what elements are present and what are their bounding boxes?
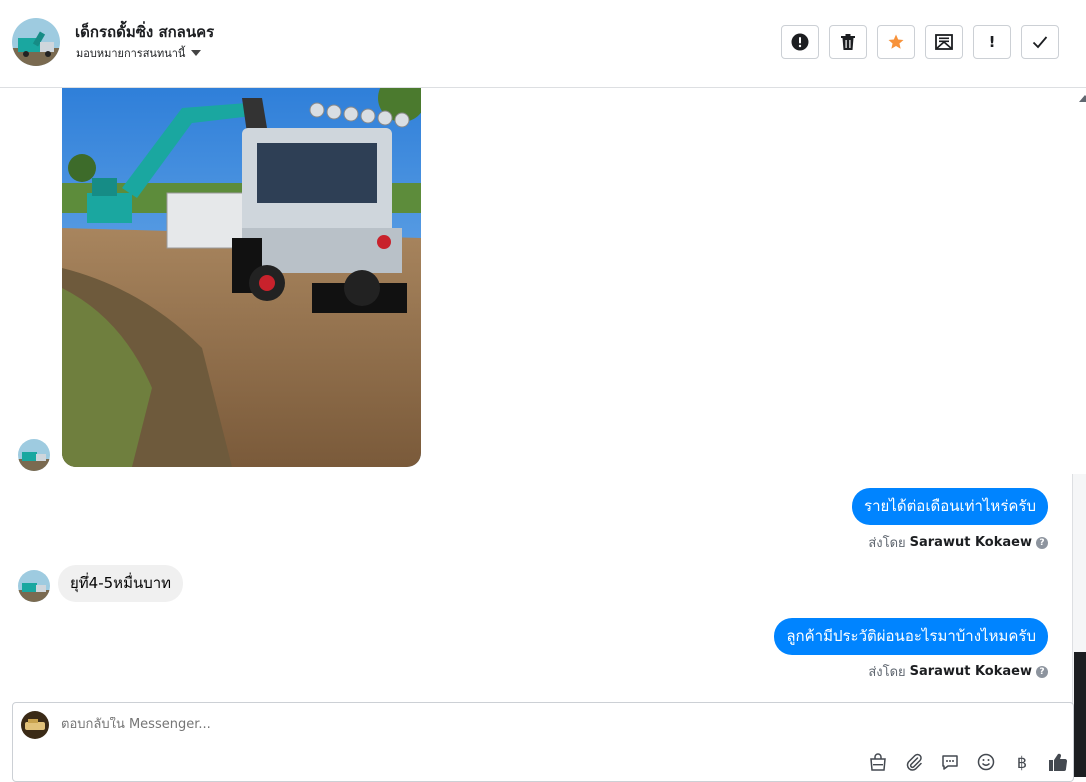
thumbs-up-icon[interactable] (1047, 751, 1069, 773)
contact-avatar-small (18, 439, 50, 471)
outgoing-message-bubble[interactable]: รายได้ต่อเดือนเท่าไหร่ครับ (852, 488, 1048, 525)
side-panel-dark-edge (1074, 652, 1086, 777)
chevron-down-icon (191, 50, 202, 56)
delete-button[interactable] (829, 25, 867, 59)
move-to-inbox-button[interactable] (925, 25, 963, 59)
baht-payment-icon[interactable]: ฿ (1011, 751, 1033, 773)
help-icon[interactable]: ? (1036, 536, 1048, 549)
reply-composer: ฿ (12, 702, 1074, 782)
mark-follow-up-button[interactable]: ! (973, 25, 1011, 59)
emoji-icon[interactable] (975, 751, 997, 773)
incoming-message-bubble[interactable]: ยุทึ่4-5หมื่นบาท (58, 565, 184, 602)
star-button[interactable] (877, 25, 915, 59)
dump-truck-excavator-photo-icon (62, 88, 421, 467)
contact-name[interactable]: เด็กรถดั้มซิ่ง สกลนคร (75, 20, 214, 44)
page-avatar (21, 711, 49, 739)
mark-spam-button[interactable] (781, 25, 819, 59)
shop-icon[interactable] (867, 751, 889, 773)
alert-circle-icon (791, 33, 809, 51)
attachment-icon[interactable] (903, 751, 925, 773)
help-icon[interactable]: ? (1036, 665, 1048, 678)
sent-by-label: ส่งโดย Sarawut Kokaew ? (868, 661, 1048, 682)
exclamation-icon: ! (988, 33, 996, 51)
trash-icon (841, 34, 855, 50)
sent-by-label: ส่งโดย Sarawut Kokaew ? (868, 532, 1048, 553)
scroll-up-arrow-icon[interactable] (1078, 92, 1086, 106)
envelope-icon (935, 34, 953, 50)
message-photo[interactable] (62, 88, 421, 467)
star-icon (888, 34, 904, 49)
reply-input[interactable] (61, 717, 761, 732)
sender-name[interactable]: Sarawut Kokaew (910, 664, 1032, 679)
message-thread[interactable]: รายได้ต่อเดือนเท่าไหร่ครับ ส่งโดย Sarawu… (0, 88, 1072, 700)
mark-done-button[interactable] (1021, 25, 1059, 59)
sent-by-prefix: ส่งโดย (868, 665, 906, 680)
contact-avatar-small (18, 570, 50, 602)
contact-avatar[interactable] (12, 18, 60, 66)
conversation-header: เด็กรถดั้มซิ่ง สกลนคร มอบหมายการสนทนานี้ (0, 0, 1086, 88)
outgoing-message-bubble[interactable]: ลูกค้ามีประวัติผ่อนอะไรมาบ้างไหมครับ (774, 618, 1048, 655)
sender-name[interactable]: Sarawut Kokaew (910, 535, 1032, 550)
assign-conversation-dropdown[interactable]: มอบหมายการสนทนานี้ (76, 44, 202, 62)
checkmark-icon (1032, 36, 1048, 49)
sent-by-prefix: ส่งโดย (868, 536, 906, 551)
assign-label: มอบหมายการสนทนานี้ (76, 47, 186, 60)
saved-reply-icon[interactable] (939, 751, 961, 773)
